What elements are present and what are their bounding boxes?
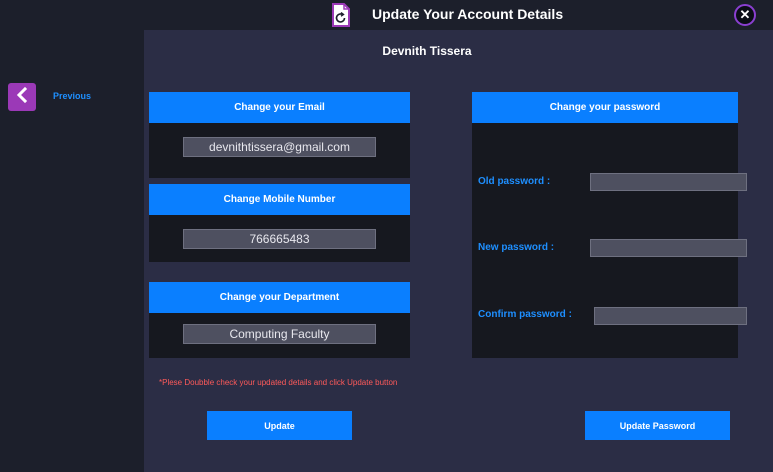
title-bar: Update Your Account Details ✕ [0, 0, 773, 30]
mobile-field[interactable] [183, 229, 376, 249]
previous-button[interactable] [8, 83, 36, 111]
sidebar: Previous [0, 30, 144, 472]
warning-note: *Plese Doubble check your updated detail… [159, 378, 398, 387]
update-button[interactable]: Update [207, 411, 352, 440]
mobile-card: Change Mobile Number [149, 184, 410, 262]
password-card-header: Change your password [472, 92, 738, 123]
previous-link[interactable]: Previous [53, 91, 91, 101]
document-refresh-icon [331, 3, 351, 27]
mobile-card-header: Change Mobile Number [149, 184, 410, 215]
main-panel: Devnith Tissera Change your Email Change… [144, 30, 773, 472]
chevron-left-icon [15, 86, 29, 108]
new-password-label: New password : [478, 242, 555, 253]
confirm-password-label: Confirm password : [478, 309, 572, 320]
department-card-header: Change your Department [149, 282, 410, 313]
confirm-password-field[interactable] [594, 307, 747, 325]
email-card: Change your Email [149, 92, 410, 178]
user-name: Devnith Tissera [382, 44, 472, 58]
department-field[interactable] [183, 324, 376, 344]
email-card-header: Change your Email [149, 92, 410, 123]
password-card: Change your password Old password : New … [472, 92, 747, 358]
close-button[interactable]: ✕ [734, 4, 756, 26]
window-title: Update Your Account Details [372, 6, 564, 22]
department-card: Change your Department [149, 282, 410, 358]
old-password-field[interactable] [590, 173, 747, 191]
email-field[interactable] [183, 137, 376, 157]
new-password-field[interactable] [590, 239, 747, 257]
old-password-label: Old password : [478, 176, 551, 187]
close-icon: ✕ [739, 7, 751, 22]
update-password-button[interactable]: Update Password [585, 411, 730, 440]
